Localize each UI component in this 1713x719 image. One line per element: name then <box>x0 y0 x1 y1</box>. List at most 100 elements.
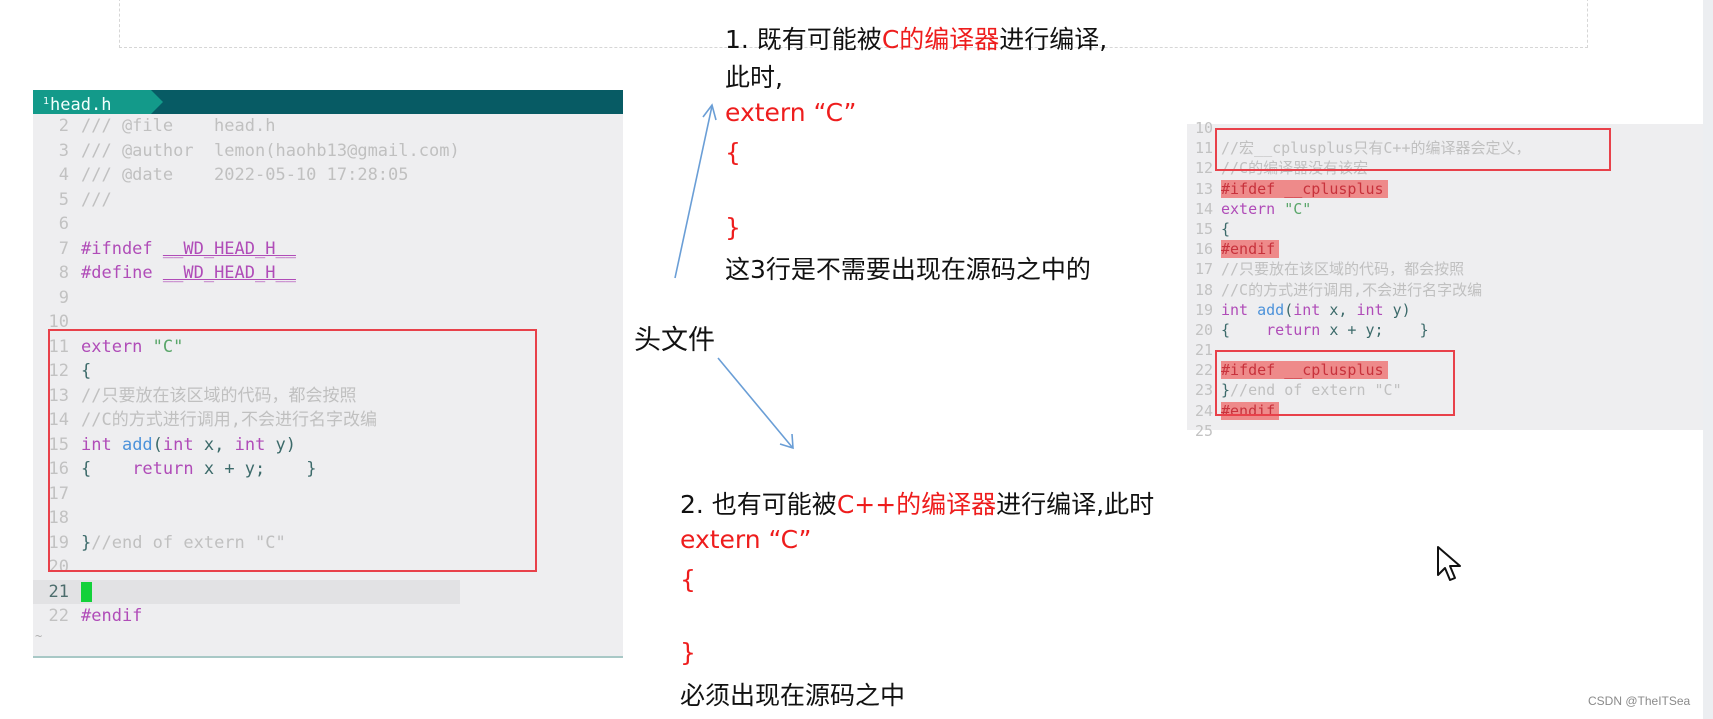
editor-tabbar: 1head.h <box>33 90 623 115</box>
case1-code-close-brace: } <box>725 213 741 242</box>
code-token-pp: #define <box>81 263 163 283</box>
code-token-cm: /// <box>81 189 112 210</box>
line-number: 7 <box>58 238 69 259</box>
tab-head-h[interactable]: 1head.h <box>33 90 151 115</box>
code-line[interactable]: 15 { <box>1187 219 1531 239</box>
case2-title: 2. 也有可能被C++的编译器进行编译,此时 <box>680 485 1154 521</box>
code-line[interactable]: 16 #endif <box>1187 239 1531 259</box>
code-line[interactable]: 6 <box>33 212 460 237</box>
code-line[interactable]: 18 //C的方式进行调用,不会进行名字改编 <box>1187 280 1531 300</box>
window-scrollbar[interactable] <box>1703 0 1713 719</box>
case2-note: 必须出现在源码之中 <box>680 681 906 710</box>
line-number: 14 <box>1194 199 1213 218</box>
code-token-fn: add <box>1257 300 1285 319</box>
line-number: 22 <box>48 606 69 626</box>
line-number: 25 <box>1194 421 1213 440</box>
line-number: 21 <box>48 581 69 602</box>
highlight-box-extern-c-block <box>48 329 537 572</box>
case2-code-close-brace: } <box>680 638 696 667</box>
line-number: 12 <box>1194 159 1213 178</box>
line-number: 2 <box>58 116 69 136</box>
line-number: 5 <box>58 189 69 210</box>
code-editor-head-h[interactable]: 1head.h 2 /// @file head.h 3 /// @author le… <box>33 90 623 658</box>
line-number: 6 <box>58 214 69 234</box>
line-number: 15 <box>1194 219 1213 238</box>
code-token-hl: #ifdef __cplusplus <box>1221 179 1388 198</box>
tab-number: 1 <box>43 96 50 107</box>
code-line[interactable]: 9 <box>33 286 460 311</box>
case1-line2: 此时, <box>725 63 783 92</box>
line-number: 16 <box>1194 240 1213 259</box>
case1-code-open-brace: { <box>725 138 741 167</box>
code-token-kw: int <box>1221 300 1258 319</box>
header-file-label: 头文件 <box>634 325 715 356</box>
arrow-up-icon <box>674 103 717 279</box>
case1-prefix: 1. 既有可能被 <box>725 25 882 54</box>
code-line[interactable]: 13 #ifdef __cplusplus <box>1187 179 1531 199</box>
line-number: 18 <box>1194 280 1213 299</box>
case1-title: 1. 既有可能被C的编译器进行编译, <box>725 20 1107 56</box>
tab-arrow-shape <box>151 90 163 114</box>
case1-suffix: 进行编译, <box>999 25 1108 54</box>
line-number: 20 <box>1194 320 1213 339</box>
code-token-id: x + y; } <box>1329 320 1429 339</box>
code-token-cm: /// @date 2022-05-10 17:28:05 <box>81 165 409 185</box>
code-line[interactable]: 8 #define __WD_HEAD_H__ <box>33 261 460 286</box>
code-line[interactable]: 3 /// @author lemon(haohb13@gmail.com) <box>33 139 460 164</box>
code-line[interactable]: 4 /// @date 2022-05-10 17:28:05 <box>33 163 460 188</box>
case2-code-extern: extern “C” <box>680 525 812 554</box>
line-number: 10 <box>1194 119 1213 137</box>
code-line[interactable]: 14 extern "C" <box>1187 199 1531 219</box>
code-line[interactable]: 20 { return x + y; } <box>1187 320 1531 340</box>
code-token-cm: //C的方式进行调用,不会进行名字改编 <box>1221 280 1483 299</box>
code-token-id: { <box>1221 219 1231 238</box>
case2-prefix: 2. 也有可能被 <box>680 490 837 519</box>
case2-highlight: C++的编译器 <box>836 490 997 519</box>
line-number: 22 <box>1194 361 1213 380</box>
code-token-id: { <box>1221 320 1267 339</box>
code-line-current[interactable]: 21 <box>33 579 460 604</box>
line-number: 21 <box>1194 341 1213 360</box>
line-number: 8 <box>58 263 69 283</box>
case1-note: 这3行是不需要出现在源码之中的 <box>725 255 1091 284</box>
line-number: 4 <box>58 165 69 185</box>
code-token-kw: return <box>1266 320 1330 339</box>
code-line[interactable]: 2 /// @file head.h <box>33 114 460 139</box>
highlight-box-endif-block <box>1215 350 1455 416</box>
code-token-macro: __WD_HEAD_H__ <box>162 238 296 259</box>
code-token-kw: int <box>1356 300 1393 319</box>
code-line[interactable]: 7 #ifndef __WD_HEAD_H__ <box>33 237 460 262</box>
line-number: 11 <box>1194 139 1213 158</box>
line-number: 19 <box>1194 300 1213 319</box>
line-number: 13 <box>1194 179 1213 198</box>
arrow-down-icon <box>717 357 794 450</box>
code-line[interactable]: 17 //只要放在该区域的代码，都会按照 <box>1187 259 1531 279</box>
line-number: 9 <box>58 287 69 308</box>
case1-code-extern: extern “C” <box>725 98 857 127</box>
code-token-id: y) <box>1392 300 1411 319</box>
code-token-str: "C" <box>1284 199 1312 218</box>
code-line[interactable]: 25 <box>1187 421 1531 441</box>
code-token-kw: extern <box>1221 199 1285 218</box>
code-token-cm: /// @file head.h <box>81 116 276 136</box>
case2-code-open-brace: { <box>680 565 696 594</box>
code-token-pp: #endif <box>81 606 143 626</box>
mouse-pointer-icon <box>1436 545 1462 587</box>
watermark: CSDN @TheITSea <box>1588 694 1691 708</box>
empty-line-marker: ~ <box>35 628 43 643</box>
line-number: 3 <box>58 140 69 161</box>
code-token-cm: /// @author lemon(haohb13@gmail.com) <box>81 140 460 161</box>
code-token-id: ( <box>1284 300 1294 319</box>
tab-label: head.h <box>50 95 112 115</box>
highlight-box-comment <box>1215 128 1611 171</box>
code-line[interactable]: 22 #endif <box>33 604 460 629</box>
code-token-kw: int <box>1293 300 1330 319</box>
code-token-id: x, <box>1329 300 1357 319</box>
line-number: 24 <box>1194 401 1213 420</box>
code-line[interactable]: 5 /// <box>33 188 460 213</box>
code-token-hl: #endif <box>1221 240 1280 259</box>
code-line[interactable]: 19 int add(int x, int y) <box>1187 300 1531 320</box>
line-number: 23 <box>1194 381 1213 400</box>
line-number: 17 <box>1194 260 1213 279</box>
text-cursor <box>81 581 92 602</box>
